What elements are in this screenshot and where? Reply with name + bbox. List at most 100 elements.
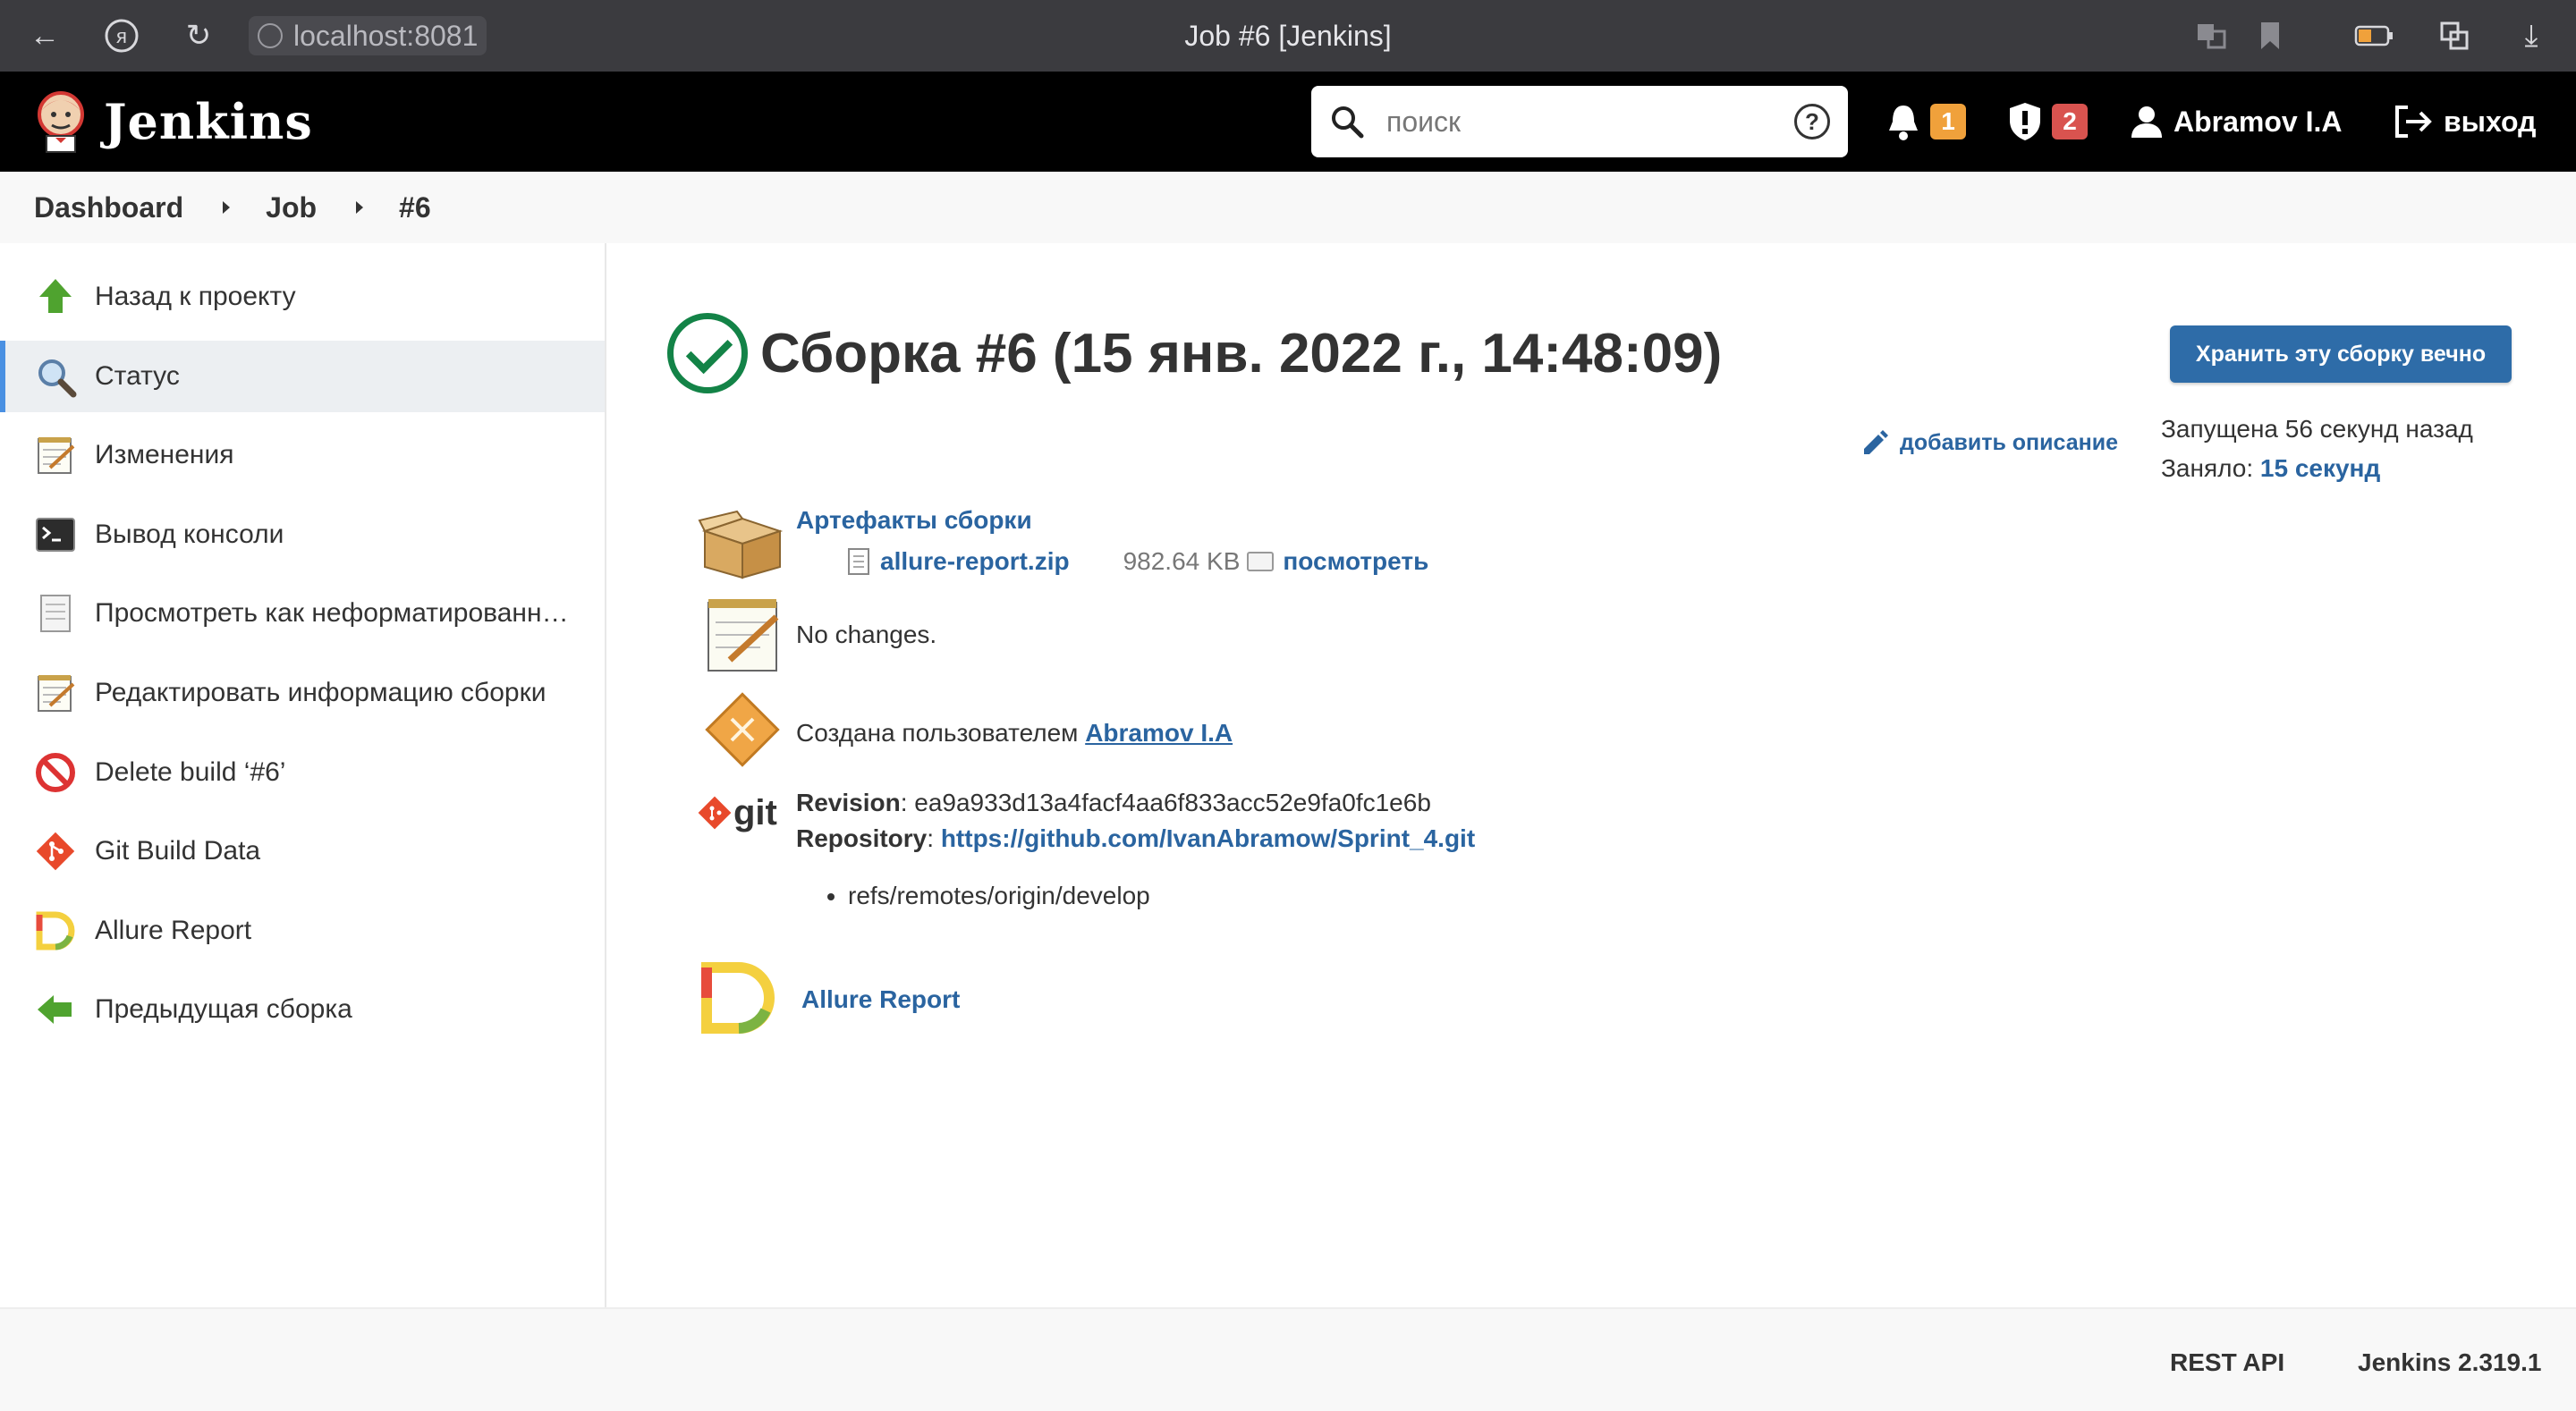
user-icon (2131, 106, 2162, 138)
pencil-icon (1864, 430, 1888, 454)
allure-section: Allure Report (698, 959, 960, 1039)
back-icon[interactable]: ← (23, 14, 66, 57)
success-check-icon (667, 313, 748, 393)
breadcrumb-separator-icon[interactable] (223, 201, 231, 214)
help-icon[interactable]: ? (1794, 104, 1830, 139)
allure-icon (698, 959, 787, 1039)
list-item: refs/remotes/origin/develop (848, 882, 1475, 910)
breadcrumb-build[interactable]: #6 (399, 191, 431, 224)
artifacts-body: Артефакты сборки allure-report.zip 982.6… (796, 506, 1428, 588)
sidebar-item-view-plain[interactable]: Просмотреть как неформатированн… (0, 578, 605, 649)
globe-icon (258, 23, 283, 48)
download-icon[interactable]: ⤓ (2510, 14, 2553, 57)
bookmark-icon[interactable] (2249, 14, 2292, 57)
artifact-item: allure-report.zip 982.64 KB посмотреть (848, 547, 1428, 576)
collections-icon[interactable] (2433, 14, 2476, 57)
allure-icon (34, 909, 77, 952)
notifications-button[interactable]: 1 (1885, 97, 1966, 147)
breadcrumb: Dashboard Job #6 (0, 172, 2576, 243)
sidebar-item-label: Изменения (95, 440, 234, 470)
created-by-user-link[interactable]: Abramov I.A (1085, 719, 1233, 747)
duration-label: Заняло: (2161, 454, 2254, 482)
sidebar-item-allure-report[interactable]: Allure Report (0, 895, 605, 967)
sidebar-item-label: Delete build ‘#6’ (95, 756, 286, 787)
build-content: Сборка #6 (15 янв. 2022 г., 14:48:09) Хр… (608, 243, 2576, 1307)
arrow-left-icon (34, 988, 77, 1031)
sidebar-item-label: Просмотреть как неформатированн… (95, 598, 569, 629)
created-by-section: Создана пользователем Abramov I.A (698, 692, 1233, 773)
logout-button[interactable]: выход (2394, 97, 2536, 147)
artifacts-link[interactable]: Артефакты сборки (796, 506, 1428, 535)
allure-report-link[interactable]: Allure Report (801, 985, 960, 1013)
file-icon (848, 548, 869, 575)
jenkins-logo[interactable]: Jenkins (32, 86, 313, 157)
sidebar-item-label: Предыдущая сборка (95, 994, 352, 1025)
view-fingerprint-icon (1247, 552, 1275, 571)
build-meta: Запущена 56 секунд назад Заняло: 15 секу… (2161, 410, 2473, 488)
git-section: git Revision: ea9a933d13a4facf4aa6f833ac… (698, 789, 1475, 910)
user-cause-icon (698, 692, 787, 773)
sidebar-item-changes[interactable]: Изменения (0, 419, 605, 491)
add-description-label: добавить описание (1900, 429, 2119, 455)
jenkins-header: Jenkins ? 1 2 Abramov I.A выход (0, 72, 2576, 172)
created-by-line: Создана пользователем Abramov I.A (796, 692, 1233, 773)
user-menu[interactable]: Abramov I.A (2129, 97, 2342, 147)
keep-forever-button[interactable]: Хранить эту сборку вечно (2170, 325, 2512, 383)
sidebar-item-previous-build[interactable]: Предыдущая сборка (0, 974, 605, 1045)
refs-list: refs/remotes/origin/develop (848, 882, 1475, 910)
svg-text:я: я (116, 25, 127, 47)
artifact-link[interactable]: allure-report.zip (880, 547, 1070, 576)
repository-link[interactable]: https://github.com/IvanAbramow/Sprint_4.… (941, 824, 1475, 852)
no-entry-icon (34, 751, 77, 794)
security-button[interactable]: 2 (2007, 97, 2088, 147)
search-input[interactable] (1386, 105, 1794, 139)
translate-icon[interactable] (2190, 14, 2233, 57)
sidebar-item-git-build-data[interactable]: Git Build Data (0, 815, 605, 887)
jenkins-logo-text: Jenkins (104, 93, 313, 150)
url-text: localhost:8081 (293, 19, 479, 52)
jenkins-version-link[interactable]: Jenkins 2.319.1 (2358, 1348, 2541, 1377)
artifacts-section: Артефакты сборки allure-report.zip 982.6… (698, 506, 1428, 588)
address-bar[interactable]: localhost:8081 (249, 16, 487, 55)
changes-section: No changes. (698, 594, 936, 674)
revision-label: Revision (796, 789, 901, 816)
git-info: Revision: ea9a933d13a4facf4aa6f833acc52e… (796, 789, 1475, 910)
notepad-icon (698, 594, 787, 674)
sidebar-item-status[interactable]: Статус (0, 340, 605, 412)
breadcrumb-job[interactable]: Job (266, 191, 317, 224)
started-label: Запущена 56 секунд назад (2161, 415, 2473, 443)
created-by-label: Создана пользователем (796, 719, 1079, 747)
reload-icon[interactable]: ↻ (177, 14, 220, 57)
add-description-link[interactable]: добавить описание (1860, 427, 2118, 458)
git-logo-text: git (733, 793, 777, 832)
browser-toolbar: ← я ↻ localhost:8081 Job #6 [Jenkins] ⤓ (0, 0, 2576, 72)
yandex-icon[interactable]: я (100, 14, 143, 57)
git-icon (34, 830, 77, 873)
search-icon (1332, 106, 1364, 139)
sidebar-item-back-to-project[interactable]: Назад к проекту (0, 261, 605, 333)
allure-link-wrapper: Allure Report (801, 959, 960, 1039)
notepad-icon (34, 672, 77, 714)
sidebar-item-edit-build-info[interactable]: Редактировать информацию сборки (0, 657, 605, 729)
duration-line: Заняло: 15 секунд (2161, 449, 2473, 488)
logout-label: выход (2444, 105, 2537, 138)
terminal-icon (34, 513, 77, 556)
sidebar-item-delete-build[interactable]: Delete build ‘#6’ (0, 737, 605, 808)
artifact-view-link[interactable]: посмотреть (1283, 547, 1428, 576)
package-box-icon (698, 508, 787, 588)
search-box[interactable]: ? (1311, 86, 1848, 157)
repository-label: Repository (796, 824, 928, 852)
sidebar-item-label: Вывод консоли (95, 519, 284, 549)
rest-api-link[interactable]: REST API (2170, 1348, 2284, 1377)
breadcrumb-dashboard[interactable]: Dashboard (34, 191, 183, 224)
sidebar-item-console-output[interactable]: Вывод консоли (0, 499, 605, 570)
screen: ← я ↻ localhost:8081 Job #6 [Jenkins] ⤓ (0, 0, 2576, 1411)
magnifier-icon (34, 355, 77, 398)
main-area: Назад к проекту Статус Изменения Вывод к… (0, 243, 2576, 1307)
breadcrumb-separator-icon[interactable] (356, 201, 364, 214)
repository-line: Repository: https://github.com/IvanAbram… (796, 824, 1476, 852)
revision-value: ea9a933d13a4facf4aa6f833acc52e9fa0fc1e6b (914, 789, 1431, 816)
notepad-icon (34, 434, 77, 477)
duration-link[interactable]: 15 секунд (2260, 454, 2380, 482)
artifact-size: 982.64 KB (1123, 547, 1241, 575)
